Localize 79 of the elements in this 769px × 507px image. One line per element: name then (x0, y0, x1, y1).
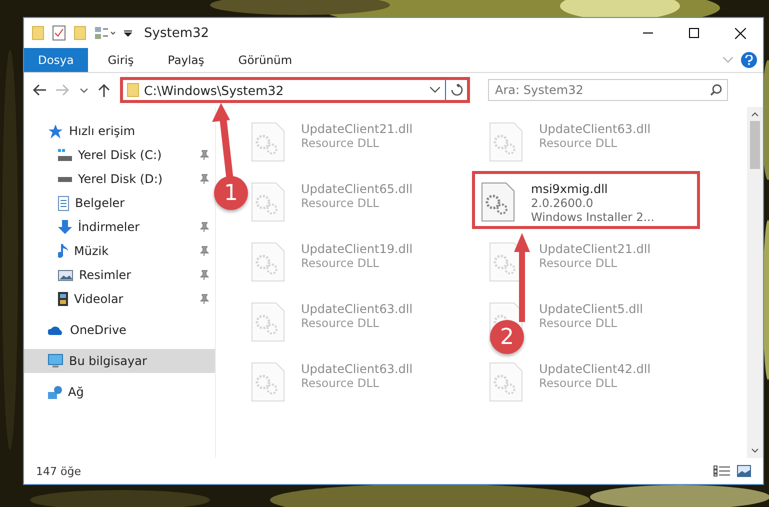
properties-icon[interactable] (94, 26, 116, 40)
sidebar-item[interactable]: Resimler (24, 263, 215, 287)
sidebar-item[interactable]: Belgeler (24, 191, 215, 215)
details-view-icon[interactable] (713, 465, 731, 477)
file-description: Resource DLL (539, 316, 618, 330)
minimize-icon (643, 32, 653, 34)
back-button[interactable] (30, 82, 48, 98)
file-item[interactable]: msi9xmig.dll 2.0.2600.0 Windows Installer 2... (472, 171, 700, 229)
checklist-icon[interactable] (52, 25, 66, 41)
cloud-icon (48, 325, 64, 335)
drive-icon (58, 176, 72, 182)
up-button[interactable] (96, 81, 112, 99)
ribbon-tab[interactable]: Giriş (94, 48, 148, 72)
close-icon (734, 28, 746, 38)
file-description: Resource DLL (301, 196, 380, 210)
folder-icon (74, 26, 86, 40)
maximize-icon (689, 28, 699, 38)
pin-icon[interactable] (200, 174, 209, 184)
gear-file-icon (251, 302, 285, 342)
star-icon (48, 124, 63, 138)
folder-icon (32, 26, 44, 40)
pin-icon[interactable] (200, 294, 209, 304)
help-icon[interactable] (741, 52, 757, 68)
folder-icon (127, 83, 139, 97)
address-bar[interactable]: C:\Windows\System32 (120, 77, 470, 103)
file-description: Resource DLL (301, 316, 380, 330)
sidebar-item[interactable]: Videolar (24, 287, 215, 311)
gear-file-icon (481, 182, 515, 222)
gear-file-icon (251, 122, 285, 162)
refresh-icon (450, 84, 462, 96)
address-path: C:\Windows\System32 (144, 82, 285, 98)
ribbon-tab[interactable]: Dosya (24, 48, 88, 72)
scroll-thumb[interactable] (750, 121, 760, 169)
recent-locations-button[interactable] (78, 86, 90, 94)
file-name[interactable]: msi9xmig.dll (531, 182, 654, 196)
sidebar-item[interactable]: Müzik (24, 239, 215, 263)
file-description: Resource DLL (539, 256, 618, 270)
sidebar-item[interactable]: Ağ (24, 380, 215, 404)
gear-file-icon (489, 362, 523, 402)
pin-icon[interactable] (200, 270, 209, 280)
computer-icon (48, 354, 63, 368)
search-icon[interactable] (710, 84, 722, 96)
scrollbar[interactable] (747, 107, 763, 458)
sidebar-item[interactable]: Hızlı erişim (24, 119, 215, 143)
dropdown-icon[interactable] (124, 29, 132, 37)
gear-file-icon (251, 362, 285, 402)
tiles-view-icon[interactable] (737, 465, 751, 477)
sidebar-item[interactable]: Bu bilgisayar (24, 349, 215, 373)
network-icon (48, 386, 62, 398)
file-description: Resource DLL (301, 136, 380, 150)
sidebar-item[interactable]: İndirmeler (24, 215, 215, 239)
pin-icon[interactable] (200, 150, 209, 160)
sidebar-item[interactable]: OneDrive (24, 318, 215, 342)
file-version: 2.0.2600.0 (531, 196, 594, 210)
file-description: Resource DLL (301, 376, 380, 390)
search-field[interactable]: Ara: System32 (488, 79, 728, 101)
ribbon-tab[interactable]: Görünüm (224, 48, 306, 72)
drive-icon (58, 149, 72, 161)
window-title: System32 (144, 26, 210, 40)
pin-icon[interactable] (200, 222, 209, 232)
gear-file-icon (489, 122, 523, 162)
gear-file-icon (251, 182, 285, 222)
file-description: Windows Installer 2... (531, 210, 654, 224)
file-description: Resource DLL (539, 376, 618, 390)
ribbon-tab[interactable]: Paylaş (154, 48, 218, 72)
download-icon (58, 220, 72, 234)
music-note-icon (58, 244, 68, 258)
pin-icon[interactable] (200, 246, 209, 256)
chevron-down-icon (80, 88, 88, 92)
sidebar-item[interactable]: Yerel Disk (D:) (24, 167, 215, 191)
file-description: Resource DLL (539, 136, 618, 150)
film-icon (58, 292, 68, 306)
item-count: 147 öğe (36, 464, 81, 478)
chevron-down-icon[interactable] (430, 87, 440, 93)
sidebar-item[interactable]: Yerel Disk (C:) (24, 143, 215, 167)
file-description: Resource DLL (301, 256, 380, 270)
gear-file-icon (251, 242, 285, 282)
document-icon (58, 196, 69, 210)
picture-icon (58, 270, 73, 280)
